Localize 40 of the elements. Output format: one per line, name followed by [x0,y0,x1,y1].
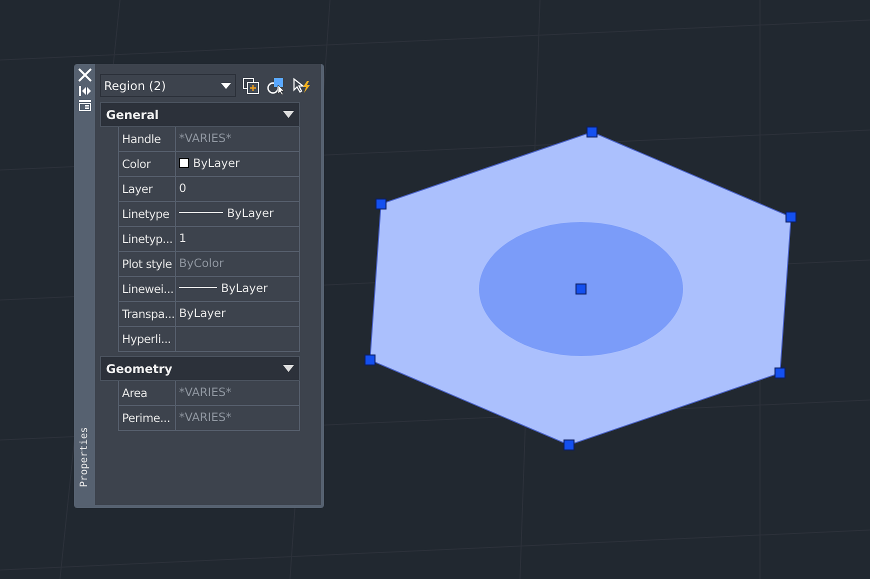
property-label: Linetype [119,202,176,226]
caret-icon [283,111,294,118]
palette-title: Properties [79,426,90,487]
property-label: Hyperli... [119,327,176,351]
selection-dropdown[interactable]: Region (2) [100,74,236,97]
property-value[interactable]: ByLayer [179,306,226,320]
property-value[interactable]: ByLayer [227,206,274,220]
grip-handle[interactable] [564,440,574,450]
property-value[interactable]: 1 [179,230,186,244]
property-label: Handle [119,127,176,151]
grip-handle[interactable] [586,126,598,138]
property-value[interactable]: ByLayer [221,280,268,294]
property-label: Linetyp... [119,227,176,251]
property-label: Color [119,152,176,176]
grip-handle[interactable] [576,284,586,294]
select-objects-icon[interactable] [266,76,286,94]
close-icon[interactable] [78,68,92,82]
grip-handle[interactable] [376,198,386,210]
property-value[interactable]: 0 [179,180,186,194]
section-header[interactable]: General [100,102,300,127]
auto-hide-icon[interactable] [78,86,90,96]
quick-select-icon[interactable] [292,76,312,94]
section-header[interactable]: Geometry [100,356,300,381]
property-label: Perime... [119,406,176,430]
property-value[interactable]: ByLayer [193,156,240,170]
line-preview-icon [179,287,217,288]
color-swatch-icon [179,158,189,168]
grip-handle[interactable] [774,368,786,378]
property-label: Layer [119,177,176,201]
property-label: Transpa... [119,302,176,326]
property-label: Area [119,381,176,405]
line-preview-icon [179,212,223,213]
grip-handle[interactable] [364,354,376,366]
palette-menu-icon[interactable] [78,100,90,111]
caret-icon [221,82,231,88]
property-label: Linewei... [119,277,176,301]
property-label: Plot style [119,252,176,276]
toggle-pickadd-icon[interactable] [242,76,260,94]
grip-handle[interactable] [786,212,796,222]
caret-icon [283,365,294,372]
